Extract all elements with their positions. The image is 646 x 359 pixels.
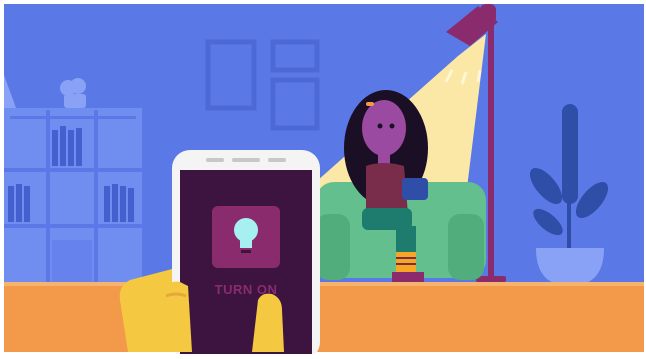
baseboard <box>4 282 644 286</box>
scene-svg <box>4 4 644 359</box>
phone <box>172 150 320 359</box>
floor <box>4 284 644 352</box>
bookshelf <box>4 108 142 286</box>
smart-home-illustration: TURN ON <box>0 0 646 359</box>
turn-on-label: TURN ON <box>214 282 278 297</box>
